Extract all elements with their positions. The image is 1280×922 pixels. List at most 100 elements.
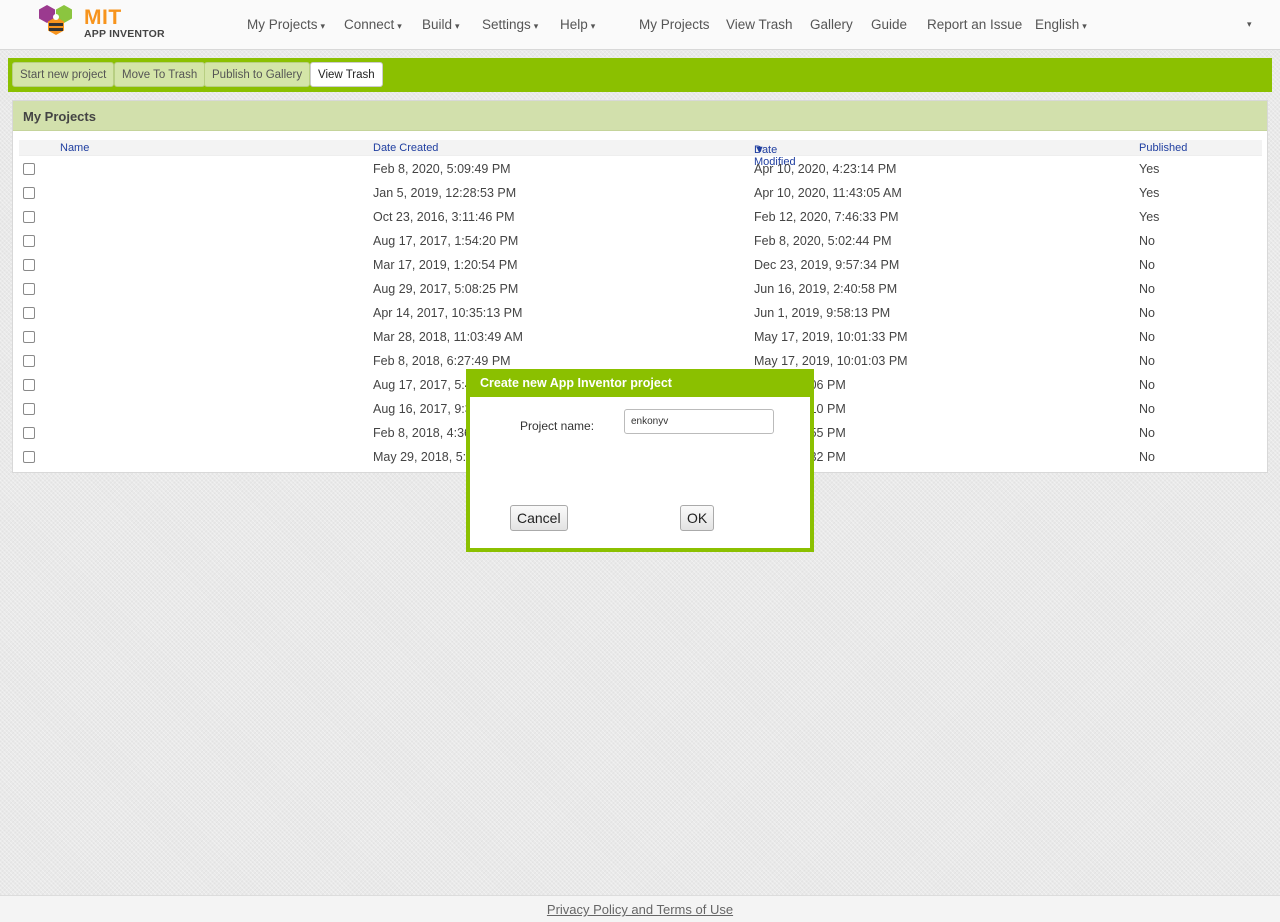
nav-view-trash-link[interactable]: View Trash	[726, 17, 793, 32]
row-select-checkbox[interactable]	[23, 235, 35, 247]
cell-date-created: Aug 29, 2017, 5:08:25 PM	[373, 282, 519, 296]
top-navigation-bar: MIT APP INVENTOR My Projects ▾ Connect ▾ B…	[0, 0, 1280, 50]
project-name-input[interactable]	[624, 409, 774, 434]
cell-date-modified: Dec 23, 2019, 9:57:34 PM	[754, 258, 900, 272]
nav-label: Settings	[482, 17, 531, 32]
chevron-down-icon: ▾	[590, 21, 596, 31]
nav-report-issue-link[interactable]: Report an Issue	[927, 17, 1022, 32]
cell-published: No	[1139, 282, 1155, 296]
cell-published: No	[1139, 450, 1155, 464]
chevron-down-icon: ▾	[533, 21, 539, 31]
cell-published: Yes	[1139, 162, 1160, 176]
row-select-checkbox[interactable]	[23, 355, 35, 367]
table-row[interactable]: Jan 5, 2019, 12:28:53 PM Apr 10, 2020, 11…	[19, 181, 1262, 205]
nav-connect-menu[interactable]: Connect ▾	[344, 17, 402, 32]
cell-date-modified: May 17, 2019, 10:01:03 PM	[754, 354, 908, 368]
cell-published: No	[1139, 402, 1155, 416]
app-inventor-logo[interactable]: MIT APP INVENTOR	[36, 3, 166, 43]
row-select-checkbox[interactable]	[23, 379, 35, 391]
table-header: Name Date Created Date Modified ▼ Publish…	[19, 140, 1262, 168]
column-header-published[interactable]: Published	[1139, 142, 1187, 154]
cell-date-modified: Feb 8, 2020, 5:02:44 PM	[754, 234, 892, 248]
sort-descending-icon: ▼	[754, 144, 765, 156]
cell-published: No	[1139, 234, 1155, 248]
row-select-checkbox[interactable]	[23, 403, 35, 415]
row-select-checkbox[interactable]	[23, 211, 35, 223]
move-to-trash-button[interactable]: Move To Trash	[114, 62, 206, 87]
cell-date-modified: Apr 10, 2020, 11:43:05 AM	[754, 186, 902, 200]
cell-published: No	[1139, 378, 1155, 392]
logo-app-inventor-text: APP INVENTOR	[84, 28, 165, 40]
row-select-checkbox[interactable]	[23, 307, 35, 319]
cell-date-created: Mar 17, 2019, 1:20:54 PM	[373, 258, 518, 272]
cell-date-modified: Jun 1, 2019, 9:58:13 PM	[754, 306, 891, 320]
app-inventor-logo-icon	[39, 5, 72, 35]
row-select-checkbox[interactable]	[23, 331, 35, 343]
cell-published: No	[1139, 426, 1155, 440]
cell-date-created: Jan 5, 2019, 12:28:53 PM	[373, 186, 517, 200]
row-select-checkbox[interactable]	[23, 187, 35, 199]
nav-guide-link[interactable]: Guide	[871, 17, 907, 32]
cell-date-modified: Jun 16, 2019, 2:40:58 PM	[754, 282, 898, 296]
create-project-dialog: Create new App Inventor project Project …	[466, 369, 814, 552]
project-toolbar: Start new project Move To Trash Publish …	[8, 58, 1272, 92]
nav-label: Connect	[344, 17, 395, 32]
row-select-checkbox[interactable]	[23, 427, 35, 439]
cell-date-created: Feb 8, 2020, 5:09:49 PM	[373, 162, 511, 176]
table-row[interactable]: Apr 14, 2017, 10:35:13 PM Jun 1, 2019, 9:…	[19, 301, 1262, 325]
logo-mit-text: MIT	[84, 6, 122, 29]
nav-build-menu[interactable]: Build ▾	[422, 17, 460, 32]
table-row[interactable]: Feb 8, 2020, 5:09:49 PM Apr 10, 2020, 4:2…	[19, 157, 1262, 181]
cancel-button[interactable]: Cancel	[510, 505, 568, 531]
table-row[interactable]: Aug 17, 2017, 1:54:20 PM Feb 8, 2020, 5:0…	[19, 229, 1262, 253]
cell-published: Yes	[1139, 210, 1160, 224]
chevron-down-icon: ▾	[397, 21, 402, 31]
privacy-policy-link[interactable]: Privacy Policy and Terms of Use	[547, 902, 733, 917]
row-select-checkbox[interactable]	[23, 163, 35, 175]
table-row[interactable]: Oct 23, 2016, 3:11:46 PM Feb 12, 2020, 7:…	[19, 205, 1262, 229]
cell-date-modified: Apr 10, 2020, 4:23:14 PM	[754, 162, 897, 176]
nav-label: My Projects	[247, 17, 318, 32]
cell-published: No	[1139, 306, 1155, 320]
table-row[interactable]: Mar 28, 2018, 11:03:49 AM May 17, 2019, 1…	[19, 325, 1262, 349]
publish-to-gallery-button[interactable]: Publish to Gallery	[204, 62, 311, 87]
cell-published: No	[1139, 258, 1155, 272]
nav-my-projects-menu[interactable]: My Projects ▾	[247, 17, 325, 32]
nav-label: Help	[560, 17, 588, 32]
cell-published: No	[1139, 354, 1155, 368]
account-menu-chevron-icon[interactable]: ▾	[1247, 19, 1252, 30]
nav-label: Build	[422, 17, 453, 32]
cell-published: No	[1139, 330, 1155, 344]
cell-date-created: Feb 8, 2018, 6:27:49 PM	[373, 354, 511, 368]
cell-date-created: Aug 16, 2017, 9:3	[373, 402, 472, 416]
nav-language-menu[interactable]: English ▾	[1035, 17, 1087, 32]
start-new-project-button[interactable]: Start new project	[12, 62, 115, 87]
row-select-checkbox[interactable]	[23, 451, 35, 463]
nav-my-projects-link[interactable]: My Projects	[639, 17, 710, 32]
nav-help-menu[interactable]: Help ▾	[560, 17, 595, 32]
panel-title: My Projects	[13, 101, 1267, 131]
cell-published: Yes	[1139, 186, 1160, 200]
chevron-down-icon: ▾	[320, 21, 326, 31]
cell-date-created: Aug 17, 2017, 1:54:20 PM	[373, 234, 519, 248]
row-select-checkbox[interactable]	[23, 259, 35, 271]
nav-gallery-link[interactable]: Gallery	[810, 17, 853, 32]
ok-button[interactable]: OK	[680, 505, 715, 531]
column-header-date-created[interactable]: Date Created	[373, 142, 438, 154]
cell-date-created: Aug 17, 2017, 5:4	[373, 378, 472, 392]
cell-date-created: May 29, 2018, 5:	[373, 450, 467, 464]
column-header-name[interactable]: Name	[60, 142, 89, 154]
cell-date-created: Apr 14, 2017, 10:35:13 PM	[373, 306, 523, 320]
nav-settings-menu[interactable]: Settings ▾	[482, 17, 538, 32]
page-footer: Privacy Policy and Terms of Use	[0, 895, 1280, 922]
cell-date-created: Oct 23, 2016, 3:11:46 PM	[373, 210, 515, 224]
view-trash-button[interactable]: View Trash	[310, 62, 383, 87]
cell-date-modified: Feb 12, 2020, 7:46:33 PM	[754, 210, 899, 224]
row-select-checkbox[interactable]	[23, 283, 35, 295]
project-name-label: Project name:	[520, 419, 595, 433]
dialog-title: Create new App Inventor project	[470, 373, 810, 397]
table-row[interactable]: Mar 17, 2019, 1:20:54 PM Dec 23, 2019, 9:…	[19, 253, 1262, 277]
nav-label: English	[1035, 17, 1080, 32]
table-row[interactable]: Aug 29, 2017, 5:08:25 PM Jun 16, 2019, 2:…	[19, 277, 1262, 301]
chevron-down-icon: ▾	[1082, 21, 1087, 31]
